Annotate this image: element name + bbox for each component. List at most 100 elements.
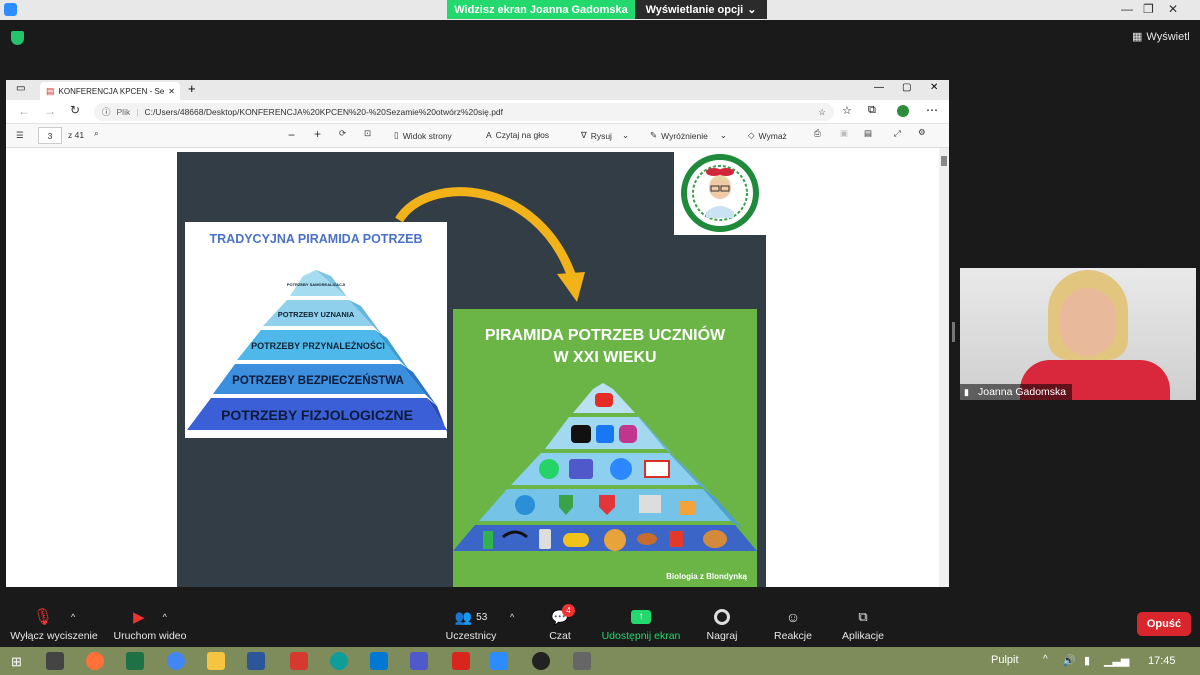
window-minimize-icon[interactable]: — (874, 82, 884, 93)
mute-caret-icon[interactable]: ^ (71, 612, 75, 622)
network-icon[interactable]: ▁▃▅ (1104, 654, 1129, 667)
page-view-icon: ▯ (394, 130, 399, 140)
acrobat-icon[interactable] (452, 652, 470, 670)
panel-splitter[interactable] (952, 322, 955, 342)
page-view-button[interactable]: ▯ Widok strony (394, 130, 452, 141)
reactions-button[interactable]: ☺ Reakcje (770, 604, 816, 642)
pizza-icon (604, 529, 626, 551)
chat-button[interactable]: 💬 4 Czat (540, 604, 580, 642)
level-belonging: POTRZEBY PRZYNALEŻNOŚCI (251, 340, 385, 351)
zoom-taskbar-icon[interactable] (490, 652, 508, 670)
browser-window: ▭ ▤ KONFERENCJA KPCEN - Sezamie ✕ + — ▢ … (6, 80, 949, 587)
view-options-label: Wyświetlanie opcji (645, 3, 744, 16)
excel-icon[interactable] (126, 652, 144, 670)
back-icon[interactable]: ← (18, 104, 30, 118)
close-icon[interactable]: ✕ (1168, 2, 1178, 16)
video-caret-icon[interactable]: ^ (163, 612, 167, 622)
outlook-icon[interactable] (370, 652, 388, 670)
reactions-label: Reakcje (774, 630, 812, 642)
digital-pyramid (453, 383, 757, 551)
save-as-icon[interactable]: ▤ (864, 128, 872, 139)
search-icon[interactable]: ⌕ (94, 128, 99, 139)
zoom-out-icon[interactable]: − (288, 128, 295, 142)
mute-label: Wyłącz wyciszenie (10, 630, 98, 642)
edge-icon[interactable] (330, 652, 348, 670)
read-aloud-label: Czytaj na głos (495, 130, 550, 140)
mute-button[interactable]: 🎙 ^ Wyłącz wyciszenie (8, 604, 100, 642)
window-maximize-icon[interactable]: ▢ (902, 82, 911, 93)
settings-icon[interactable]: ⚙ (918, 127, 926, 138)
modern-pyramid-card: PIRAMIDA POTRZEB UCZNIÓW W XXI WIEKU Bio… (453, 309, 757, 587)
fullscreen-icon[interactable]: ⤢ (894, 128, 901, 139)
tab-close-icon[interactable]: ✕ (168, 87, 180, 96)
highlight-chevron-icon[interactable]: ⌄ (720, 130, 727, 141)
erase-button[interactable]: ◇ Wymaż (748, 130, 787, 141)
firefox-icon[interactable] (86, 652, 104, 670)
page-view-label: Widok strony (402, 130, 452, 141)
tray-expand-icon[interactable]: ^ (1043, 654, 1048, 665)
chrome-icon[interactable] (167, 652, 185, 670)
refresh-icon[interactable]: ↻ (70, 103, 80, 117)
desktop-label[interactable]: Pulpit (991, 654, 1019, 666)
draw-button[interactable]: ∇ Rysuj ⌄ (581, 130, 629, 141)
file-explorer-icon[interactable] (207, 652, 225, 670)
read-aloud-button[interactable]: A Czytaj na głos (486, 130, 549, 140)
scrollbar-thumb[interactable] (941, 156, 947, 166)
url-separator: | (136, 107, 139, 117)
record-icon (714, 609, 730, 625)
view-button[interactable]: ▦ Wyświetl (1132, 30, 1190, 44)
browser-tab[interactable]: ▤ KONFERENCJA KPCEN - Sezamie ✕ (40, 82, 180, 100)
highlight-button[interactable]: ✎ Wyróżnienie ⌄ (650, 130, 727, 141)
battery-tray-icon[interactable]: ▮ (1084, 654, 1090, 667)
more-icon[interactable]: ⋯ (926, 103, 938, 117)
level-safety: POTRZEBY BEZPIECZEŃSTWA (232, 374, 404, 387)
scrollbar[interactable] (939, 148, 949, 587)
profile-icon[interactable] (897, 105, 909, 117)
word-icon[interactable] (247, 652, 265, 670)
favorite-add-icon[interactable]: ☆ (818, 107, 834, 118)
windows-start-icon[interactable]: ⊞ (11, 654, 22, 670)
share-screen-button[interactable]: ↑ Udostępnij ekran (600, 604, 682, 642)
minimize-icon[interactable]: — (1121, 2, 1133, 16)
participant-video[interactable]: ▮ Joanna Gadomska (960, 268, 1196, 400)
teams-taskbar-icon[interactable] (410, 652, 428, 670)
participants-count: 53 (476, 611, 488, 623)
start-video-button[interactable]: ▶ ^ Uruchom wideo (110, 604, 190, 642)
info-icon: ⓘ (102, 107, 111, 117)
collections-icon[interactable]: ⧉ (868, 104, 876, 117)
print-icon[interactable]: ⎙ (814, 128, 821, 139)
save-icon[interactable]: ▣ (840, 128, 848, 139)
encryption-shield-icon[interactable] (11, 31, 24, 45)
zoom-in-icon[interactable]: + (314, 127, 321, 141)
clock[interactable]: 17:45 (1148, 655, 1176, 667)
fit-icon[interactable]: ⊡ (364, 128, 371, 139)
window-close-icon[interactable]: ✕ (930, 82, 938, 93)
snipping-tool-icon[interactable] (290, 652, 308, 670)
url-field[interactable]: ⓘ Plik | C:/Users/48668/Desktop/KONFEREN… (94, 103, 834, 121)
view-options-button[interactable]: Wyświetlanie opcji ⌄ (635, 0, 767, 19)
speaker-icon[interactable]: 🔊 (1062, 654, 1076, 667)
app-icon[interactable] (573, 652, 591, 670)
rotate-icon[interactable]: ⟳ (339, 128, 346, 139)
burger-icon (703, 530, 727, 548)
apps-button[interactable]: ⧉ Aplikacje (838, 604, 888, 642)
restore-icon[interactable]: ❐ (1143, 2, 1154, 16)
leave-button[interactable]: Opuść (1137, 612, 1191, 636)
winrar-icon[interactable] (46, 652, 64, 670)
apps-label: Aplikacje (841, 630, 885, 642)
obs-icon[interactable] (532, 652, 550, 670)
maslow-pyramid: POTRZEBY SAMOREALIZACJI POTRZEBY UZNANIA… (187, 270, 447, 432)
traditional-pyramid-title: TRADYCYJNA PIRAMIDA POTRZEB (209, 232, 423, 246)
gamepad-icon (563, 533, 589, 547)
record-button[interactable]: Nagraj (702, 604, 742, 642)
new-tab-icon[interactable]: + (188, 81, 196, 96)
tab-actions-icon[interactable]: ▭ (16, 83, 25, 94)
pdf-viewer[interactable]: TRADYCYJNA PIRAMIDA POTRZEB POTRZEBY SAM… (6, 148, 949, 587)
contents-icon[interactable]: ☰ (16, 130, 24, 141)
favorites-icon[interactable]: ☆ (842, 104, 852, 117)
participants-caret-icon[interactable]: ^ (510, 612, 514, 622)
draw-chevron-icon[interactable]: ⌄ (622, 130, 629, 141)
participants-button[interactable]: 👥 53 Uczestnicy (440, 604, 502, 643)
page-number-input[interactable]: 3 (38, 127, 62, 144)
forward-icon[interactable]: → (44, 104, 56, 118)
